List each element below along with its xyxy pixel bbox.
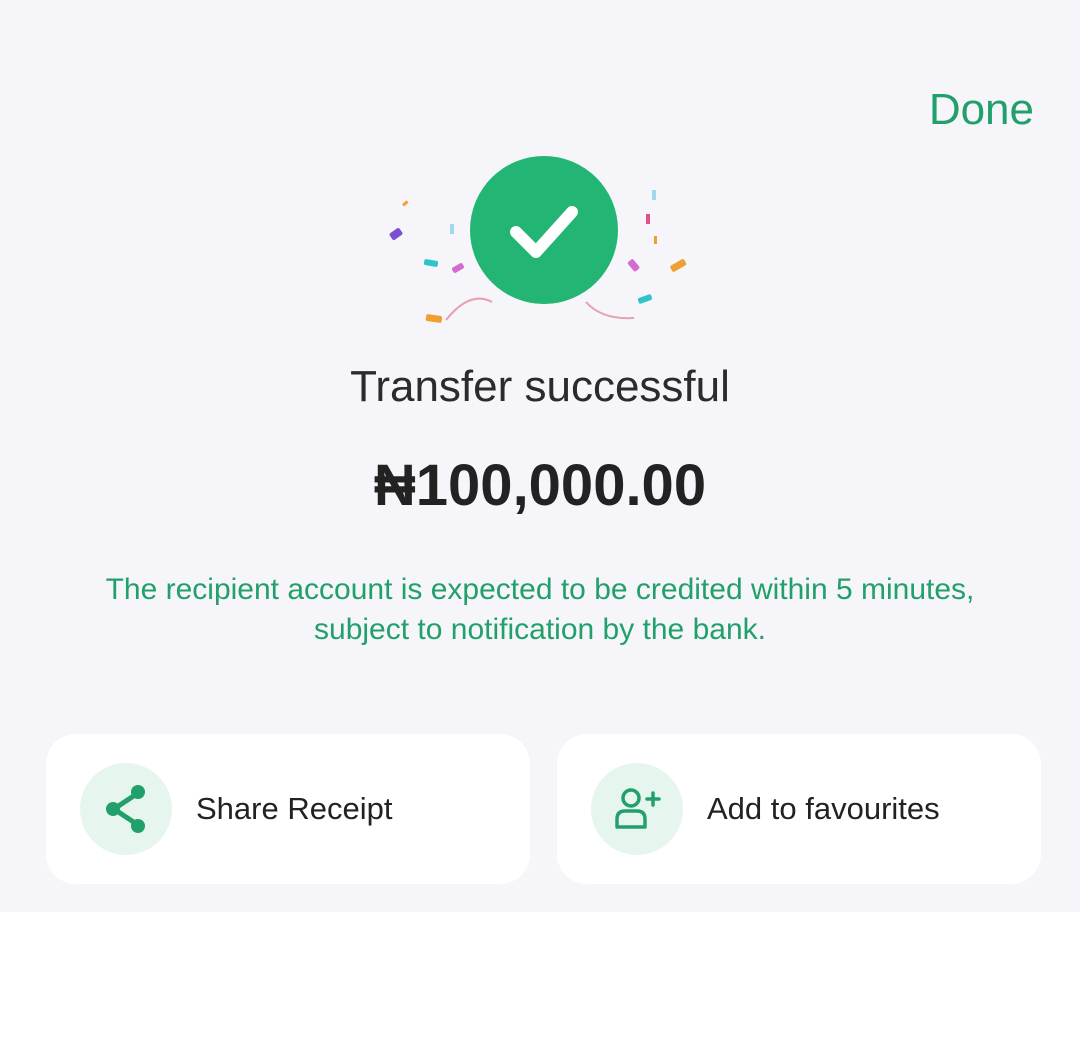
share-icon <box>106 785 145 833</box>
done-button[interactable]: Done <box>929 84 1034 137</box>
add-to-favourites-button[interactable]: Add to favourites <box>557 734 1041 884</box>
transfer-success-screen: Done Transfer successful ₦100,000.00 The… <box>0 0 1080 912</box>
checkmark-icon <box>510 206 578 258</box>
status-title: Transfer successful <box>350 362 730 411</box>
credit-notice: The recipient account is expected to be … <box>105 573 975 646</box>
share-receipt-label: Share Receipt <box>196 791 393 826</box>
share-receipt-button[interactable]: Share Receipt <box>46 734 530 884</box>
transfer-amount: ₦100,000.00 <box>373 453 707 518</box>
add-to-favourites-label: Add to favourites <box>707 791 940 826</box>
success-illustration <box>380 150 700 340</box>
share-icon-wrap <box>80 763 172 855</box>
success-badge <box>470 156 618 304</box>
add-user-icon <box>615 788 661 829</box>
add-user-icon-wrap <box>591 763 683 855</box>
